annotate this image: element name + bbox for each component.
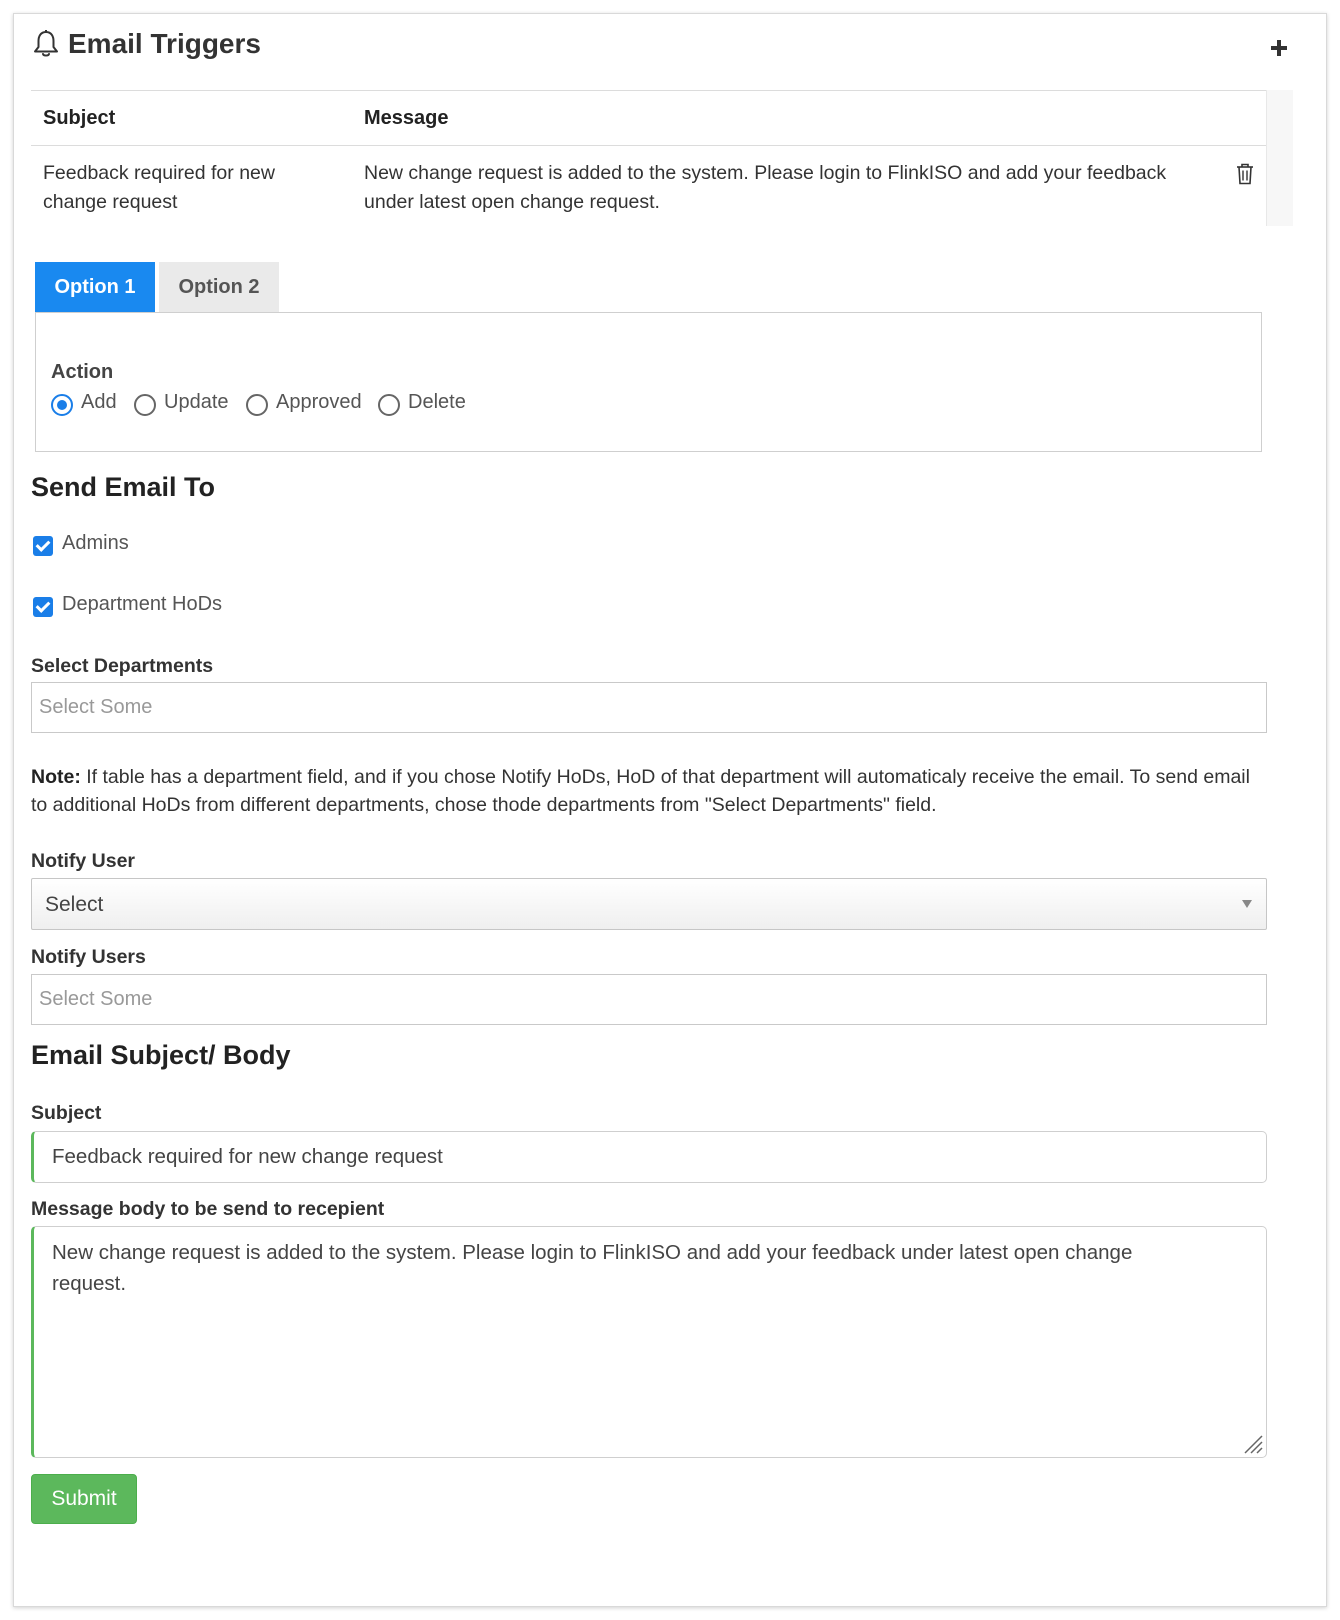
- add-trigger-button[interactable]: [1264, 32, 1294, 62]
- send-email-to-heading: Send Email To: [31, 472, 216, 502]
- email-triggers-panel: Email Triggers Subject Message Feedback …: [13, 13, 1327, 1607]
- triggers-table: Subject Message Feedback required for ne…: [31, 90, 1266, 229]
- row-subject-cell: Feedback required for new change request: [43, 162, 275, 213]
- row-message-cell: New change request is added to the syste…: [364, 162, 1167, 213]
- note-text: Note: If table has a department field, a…: [31, 763, 1271, 819]
- department-hods-label: Department HoDs: [62, 593, 223, 615]
- triggers-table-container: Subject Message Feedback required for ne…: [31, 90, 1293, 226]
- select-departments-placeholder: Select Some: [39, 696, 153, 718]
- radio-add[interactable]: Add: [51, 390, 123, 420]
- table-row: Feedback required for new change request…: [31, 146, 1266, 230]
- department-hods-checkbox[interactable]: Department HoDs: [33, 593, 233, 621]
- column-header-actions: [1206, 90, 1266, 146]
- tab-option-1[interactable]: Option 1: [35, 262, 155, 312]
- message-body-label: Message body to be send to recepient: [31, 1198, 385, 1220]
- notify-users-label: Notify Users: [31, 946, 146, 968]
- email-subject-body-heading: Email Subject/ Body: [31, 1040, 291, 1070]
- tab-option-2[interactable]: Option 2: [159, 262, 279, 312]
- radio-label-update: Update: [164, 391, 229, 413]
- radio-delete[interactable]: Delete: [378, 390, 470, 420]
- row-actions-cell: [1206, 146, 1266, 230]
- radio-label-delete: Delete: [408, 391, 466, 413]
- action-label: Action: [51, 361, 114, 383]
- subject-value: Feedback required for new change request: [52, 1145, 443, 1168]
- select-departments-input[interactable]: Select Some: [31, 682, 1267, 733]
- radio-label-approved: Approved: [276, 391, 362, 413]
- submit-button[interactable]: Submit: [31, 1474, 137, 1524]
- table-header-row: Subject Message: [31, 90, 1266, 146]
- column-header-subject: Subject: [31, 90, 352, 146]
- note-body: If table has a department field, and if …: [31, 766, 1250, 816]
- subject-input[interactable]: Feedback required for new change request: [31, 1131, 1267, 1183]
- notify-user-value: Select: [45, 893, 104, 916]
- note-prefix: Note:: [31, 766, 81, 788]
- resize-handle-icon[interactable]: [1241, 1432, 1263, 1454]
- radio-update[interactable]: Update: [134, 390, 236, 420]
- tab-content: Action Add Update Approved Delete: [35, 312, 1262, 452]
- message-body-textarea[interactable]: New change request is added to the syste…: [31, 1226, 1267, 1458]
- radio-circle[interactable]: [134, 394, 156, 416]
- notify-users-input[interactable]: Select Some: [31, 974, 1267, 1025]
- radio-circle-checked[interactable]: [51, 394, 73, 416]
- notify-user-select[interactable]: Select: [31, 878, 1267, 930]
- radio-approved[interactable]: Approved: [246, 390, 366, 420]
- panel-title: Email Triggers: [68, 28, 261, 59]
- select-departments-label: Select Departments: [31, 655, 214, 677]
- checkbox-checked-icon[interactable]: [33, 536, 53, 556]
- admins-label: Admins: [62, 532, 129, 554]
- caret-down-icon: [1242, 900, 1252, 908]
- radio-circle[interactable]: [378, 394, 400, 416]
- notify-user-label: Notify User: [31, 850, 136, 872]
- checkbox-checked-icon[interactable]: [33, 597, 53, 617]
- admins-checkbox[interactable]: Admins: [33, 532, 143, 560]
- notify-users-placeholder: Select Some: [39, 988, 153, 1010]
- radio-circle[interactable]: [246, 394, 268, 416]
- trash-icon[interactable]: [1236, 163, 1254, 185]
- subject-label: Subject: [31, 1102, 102, 1124]
- bell-icon: [34, 30, 58, 57]
- radio-label-add: Add: [81, 391, 117, 413]
- panel-header: Email Triggers: [14, 14, 1326, 76]
- message-body-value: New change request is added to the syste…: [52, 1241, 1133, 1295]
- column-header-message: Message: [352, 90, 1206, 146]
- table-scrollbar[interactable]: [1266, 90, 1293, 226]
